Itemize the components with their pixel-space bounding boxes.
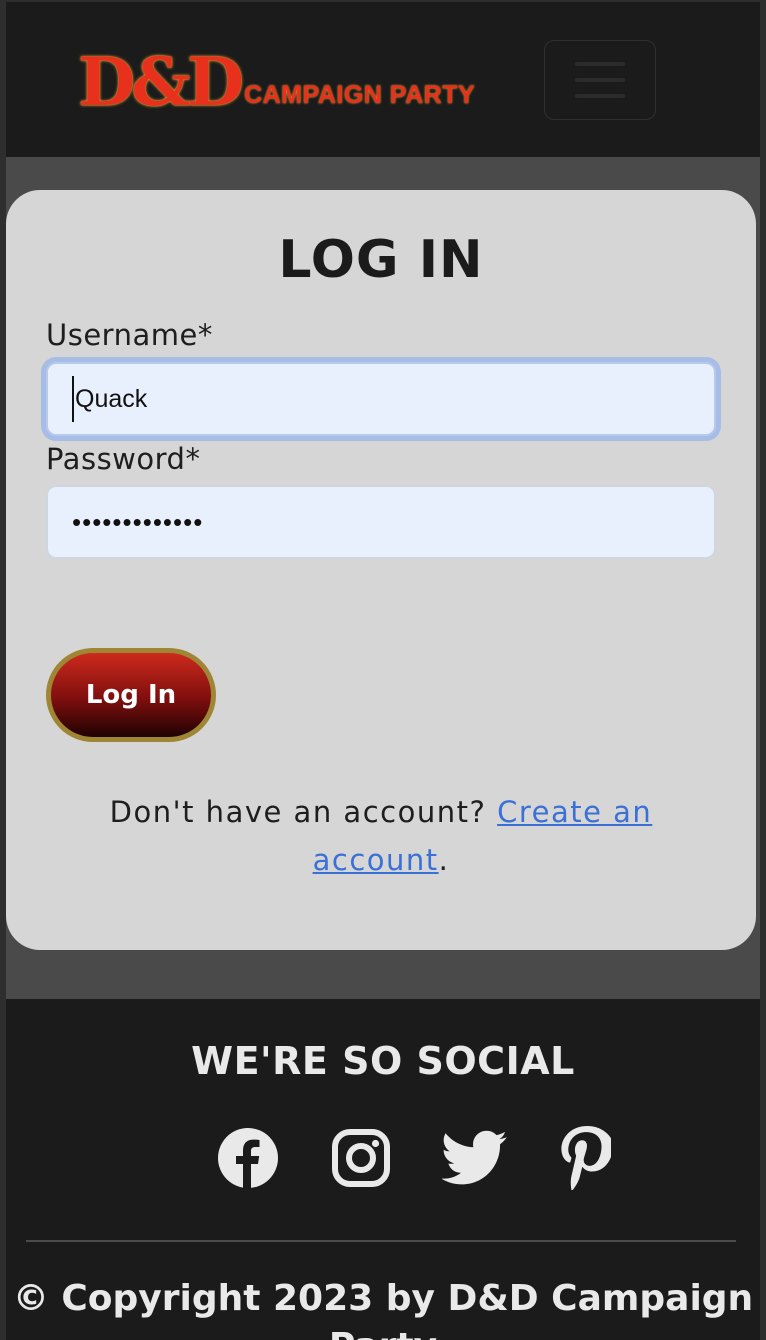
username-label: Username* xyxy=(46,318,213,352)
page-title: LOG IN xyxy=(278,230,484,290)
main-content: LOG IN Username* Quack Password* •••••••… xyxy=(6,157,760,999)
twitter-link[interactable] xyxy=(438,1121,512,1195)
logo-mark: D&D xyxy=(78,43,244,121)
instagram-link[interactable] xyxy=(324,1121,398,1195)
pinterest-icon xyxy=(561,1126,611,1190)
navbar: D&D CAMPAIGN PARTY xyxy=(6,2,760,157)
instagram-icon xyxy=(332,1129,390,1187)
password-label: Password* xyxy=(46,442,201,476)
footer: WE'RE SO SOCIAL © Copyright 2023 by D&D … xyxy=(6,999,760,1340)
password-value: ••••••••••••• xyxy=(72,506,204,537)
navbar-toggle-button[interactable] xyxy=(544,40,656,120)
username-input[interactable]: Quack xyxy=(46,362,716,436)
social-links xyxy=(6,1121,760,1195)
twitter-icon xyxy=(442,1130,507,1185)
login-button[interactable]: Log In xyxy=(46,648,216,742)
signup-prompt: Don't have an account? Create an account… xyxy=(66,788,696,884)
logo-text: CAMPAIGN PARTY xyxy=(244,80,476,109)
username-value: Quack xyxy=(75,384,148,413)
facebook-icon xyxy=(218,1128,278,1188)
site-logo[interactable]: D&D CAMPAIGN PARTY xyxy=(78,40,478,124)
text-caret xyxy=(72,376,74,422)
signup-suffix: . xyxy=(438,843,450,877)
signup-prompt-text: Don't have an account? xyxy=(109,795,498,829)
hamburger-icon-line xyxy=(575,62,625,66)
pinterest-link[interactable] xyxy=(549,1121,623,1195)
footer-divider xyxy=(26,1240,736,1242)
password-input[interactable]: ••••••••••••• xyxy=(46,485,716,559)
login-card: LOG IN Username* Quack Password* •••••••… xyxy=(6,190,756,950)
copyright-text: © Copyright 2023 by D&D Campaign Party xyxy=(12,1278,754,1340)
facebook-link[interactable] xyxy=(211,1121,285,1195)
hamburger-icon-line xyxy=(575,78,625,82)
hamburger-icon-line xyxy=(575,94,625,98)
footer-title: WE'RE SO SOCIAL xyxy=(191,1039,575,1083)
